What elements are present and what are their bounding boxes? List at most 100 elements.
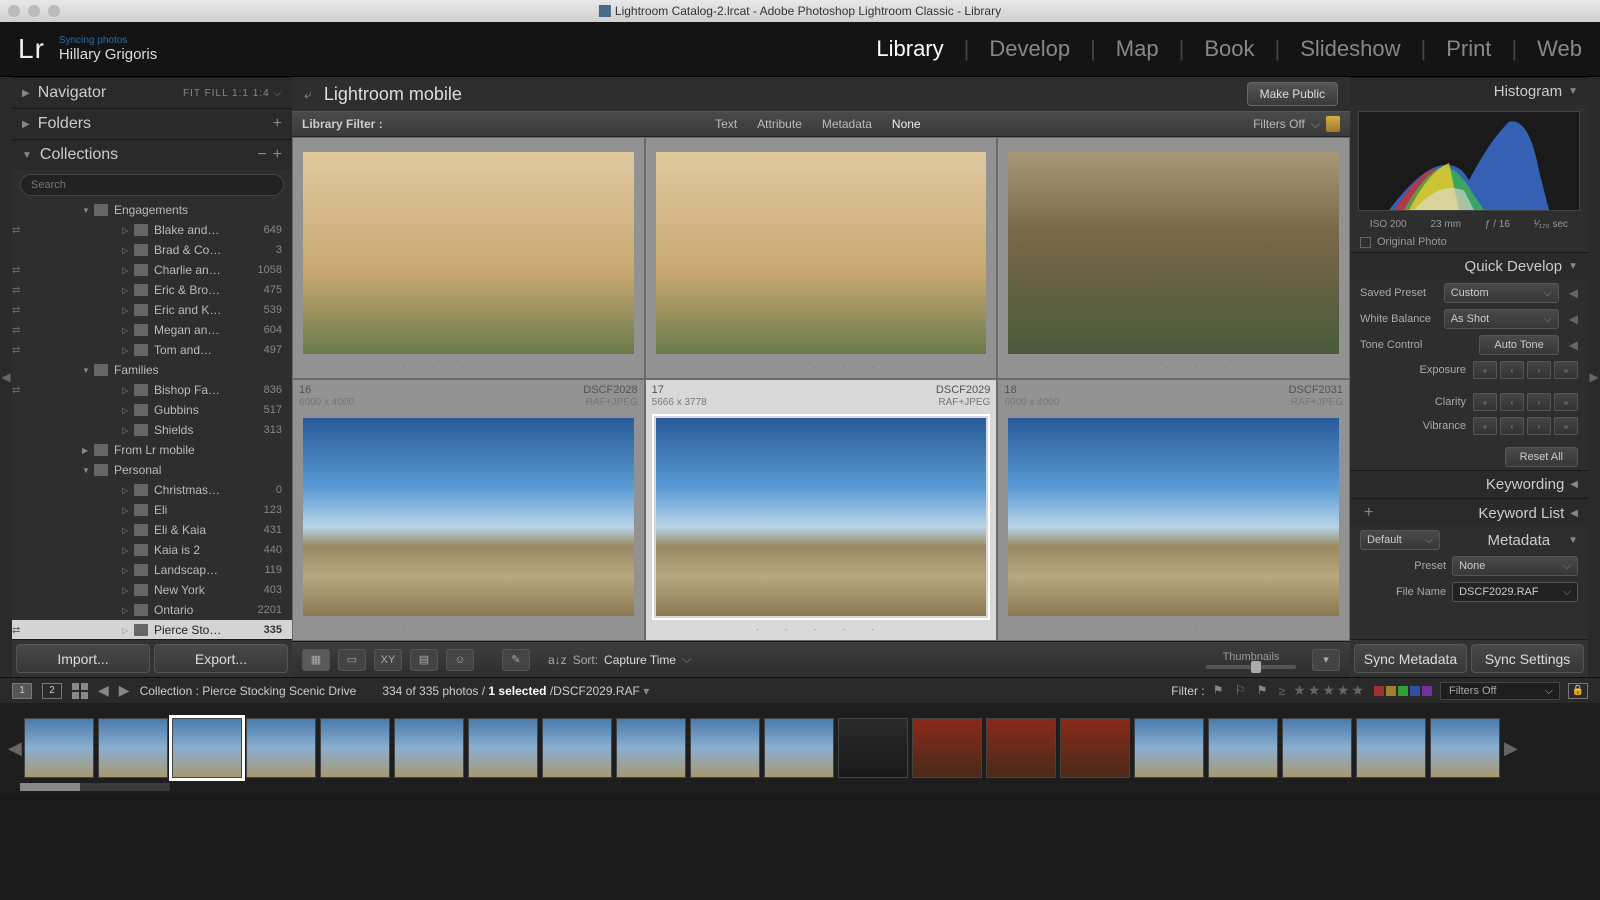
keywording-header[interactable]: Keywording◀ (1350, 470, 1588, 498)
clarity-down-large[interactable]: « (1473, 393, 1497, 411)
flag-unflagged-icon[interactable]: ⚐ (1235, 683, 1249, 699)
histogram[interactable] (1358, 111, 1580, 211)
collection-item[interactable]: ⇄▷Megan an…604 (12, 320, 292, 340)
thumbnail[interactable] (303, 418, 634, 616)
collections-header[interactable]: ▼ Collections − + (12, 139, 292, 170)
keywordlist-header[interactable]: +Keyword List◀ (1350, 498, 1588, 527)
filmstrip-thumb[interactable] (764, 718, 834, 778)
filmstrip-left-icon[interactable]: ◀ (8, 738, 20, 759)
thumbnail[interactable] (1008, 418, 1339, 616)
compare-view-button[interactable]: XY (374, 649, 402, 671)
metadata-set-dropdown[interactable]: Default (1360, 530, 1440, 550)
saved-preset-dropdown[interactable]: Custom (1444, 283, 1559, 303)
filmstrip-thumb[interactable] (24, 718, 94, 778)
color-label-filter[interactable] (1374, 686, 1432, 696)
collection-item[interactable]: ⇄▷Blake and…649 (12, 220, 292, 240)
flag-pick-icon[interactable]: ⚑ (1213, 683, 1227, 699)
painter-tool[interactable]: ✎ (502, 649, 530, 671)
filter-lock-icon[interactable] (1326, 116, 1340, 132)
add-folder-button[interactable]: + (273, 115, 282, 133)
module-print[interactable]: Print (1446, 36, 1491, 62)
grid-cell[interactable]: 16DSCF2028 6000 x 4000RAF+JPEG · · · · · (292, 379, 645, 641)
loupe-view-button[interactable]: ▭ (338, 649, 366, 671)
collection-set[interactable]: ▼Personal (12, 460, 292, 480)
filmstrip[interactable]: ◀ ▶ (0, 703, 1600, 793)
filmstrip-thumb[interactable] (1208, 718, 1278, 778)
checkbox-icon[interactable] (1360, 237, 1371, 248)
filter-none[interactable]: None (882, 117, 931, 131)
grid-icon[interactable] (72, 683, 88, 699)
collection-item[interactable]: ▷New York403 (12, 580, 292, 600)
collection-item-selected[interactable]: ⇄▷Pierce Sto…335 (12, 620, 292, 639)
minimize-window-icon[interactable] (28, 5, 40, 17)
grid-cell[interactable]: · · · · · (645, 137, 998, 379)
main-window-button[interactable]: 1 (12, 683, 32, 699)
navigator-header[interactable]: ▶ Navigator FIT FILL 1:1 1:4 ⌵ (12, 77, 292, 108)
folders-header[interactable]: ▶ Folders + (12, 108, 292, 139)
export-button[interactable]: Export... (154, 644, 288, 673)
filmstrip-thumb[interactable] (986, 718, 1056, 778)
section-collapse-icon[interactable]: ◀ (1569, 286, 1578, 300)
collection-item[interactable]: ⇄▷Eric & Bro…475 (12, 280, 292, 300)
filename-field[interactable]: DSCF2029.RAF (1452, 582, 1578, 602)
grid-cell[interactable]: · · · · · (997, 137, 1350, 379)
filter-metadata[interactable]: Metadata (812, 117, 882, 131)
clarity-up[interactable]: › (1527, 393, 1551, 411)
auto-tone-button[interactable]: Auto Tone (1479, 335, 1558, 355)
collection-set[interactable]: ▼Families (12, 360, 292, 380)
right-panel-toggle[interactable]: ▶ (1588, 77, 1600, 677)
vibrance-up-large[interactable]: » (1554, 417, 1578, 435)
section-collapse-icon[interactable]: ◀ (1569, 338, 1578, 352)
grid-view-button[interactable]: ▦ (302, 649, 330, 671)
back-icon[interactable]: ⤶ (304, 86, 312, 103)
left-panel-toggle[interactable]: ◀ (0, 77, 12, 677)
identity-plate[interactable]: Syncing photos Hillary Grigoris (59, 35, 157, 63)
collection-item[interactable]: ▷Eli123 (12, 500, 292, 520)
add-keyword-button[interactable]: + (1364, 504, 1373, 522)
vibrance-down-large[interactable]: « (1473, 417, 1497, 435)
filmstrip-scrollbar[interactable] (20, 783, 170, 791)
collections-search-input[interactable] (20, 174, 284, 196)
flag-reject-icon[interactable]: ⚑ (1257, 683, 1271, 699)
exposure-up-large[interactable]: » (1554, 361, 1578, 379)
sort-toggle-icon[interactable]: a↓z (548, 653, 567, 667)
make-public-button[interactable]: Make Public (1247, 82, 1338, 106)
nav-back-icon[interactable]: ◀ (98, 682, 109, 699)
close-window-icon[interactable] (8, 5, 20, 17)
metadata-preset-dropdown[interactable]: None (1452, 556, 1578, 576)
filmstrip-thumb[interactable] (912, 718, 982, 778)
toolbar-menu-button[interactable]: ▾ (1312, 649, 1340, 671)
thumbnail-size-slider[interactable] (1206, 665, 1296, 669)
zoom-window-icon[interactable] (48, 5, 60, 17)
second-window-button[interactable]: 2 (42, 683, 62, 699)
reset-all-button[interactable]: Reset All (1505, 447, 1578, 467)
vibrance-down[interactable]: ‹ (1500, 417, 1524, 435)
module-library[interactable]: Library (876, 36, 943, 62)
collection-item[interactable]: ⇄▷Charlie an…1058 (12, 260, 292, 280)
filmstrip-thumb[interactable] (98, 718, 168, 778)
sync-metadata-button[interactable]: Sync Metadata (1354, 644, 1467, 673)
grid-view[interactable]: · · · · · · · · · · · · · · · 16DSCF2028… (292, 137, 1350, 641)
breadcrumb[interactable]: Lightroom mobile (324, 84, 462, 105)
thumbnail[interactable] (656, 152, 987, 354)
survey-view-button[interactable]: ▤ (410, 649, 438, 671)
grid-cell[interactable]: · · · · · (292, 137, 645, 379)
collection-item[interactable]: ▷Brad & Co…3 (12, 240, 292, 260)
module-map[interactable]: Map (1116, 36, 1159, 62)
remove-collection-button[interactable]: − (257, 146, 266, 164)
filter-text[interactable]: Text (705, 117, 747, 131)
filmstrip-thumb[interactable] (542, 718, 612, 778)
people-view-button[interactable]: ☺ (446, 649, 474, 671)
filmstrip-thumb[interactable] (1356, 718, 1426, 778)
filmstrip-thumb[interactable] (1060, 718, 1130, 778)
collection-set[interactable]: ▶From Lr mobile (12, 440, 292, 460)
collection-item[interactable]: ▷Shields313 (12, 420, 292, 440)
add-collection-button[interactable]: + (273, 146, 282, 164)
import-button[interactable]: Import... (16, 644, 150, 673)
clarity-up-large[interactable]: » (1554, 393, 1578, 411)
filmstrip-thumb[interactable] (246, 718, 316, 778)
grid-cell-selected[interactable]: 17DSCF2029 5666 x 3778RAF+JPEG · · · · · (645, 379, 998, 641)
module-web[interactable]: Web (1537, 36, 1582, 62)
filmstrip-thumb[interactable] (468, 718, 538, 778)
exposure-down[interactable]: ‹ (1500, 361, 1524, 379)
